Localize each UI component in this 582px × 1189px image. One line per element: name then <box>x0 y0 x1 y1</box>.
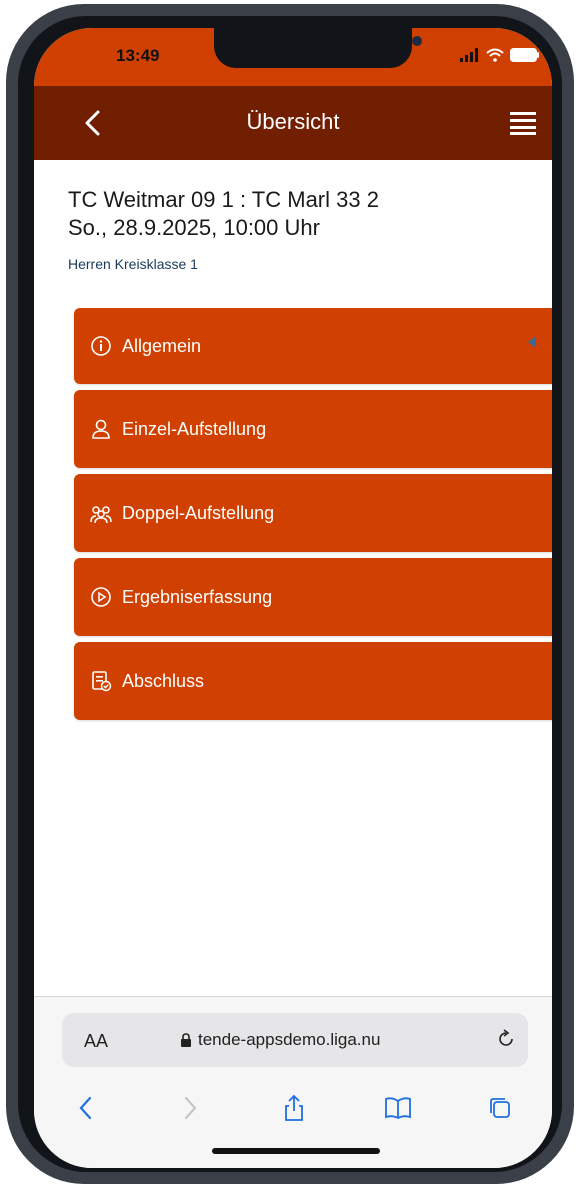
match-info: TC Weitmar 09 1 : TC Marl 33 2 So., 28.9… <box>68 186 379 272</box>
browser-back-button[interactable] <box>72 1093 100 1123</box>
hamburger-menu-button[interactable] <box>508 110 538 136</box>
battery-icon <box>510 48 539 62</box>
menu-item-einzel-aufstellung[interactable]: Einzel-Aufstellung <box>74 390 552 468</box>
url-text: tende-appsdemo.liga.nu <box>198 1030 381 1049</box>
cellular-signal-icon <box>460 48 478 62</box>
share-icon <box>285 1094 303 1121</box>
app-header: Übersicht <box>34 86 552 160</box>
browser-chrome: AA tende-appsdemo.liga.nu <box>34 996 552 1168</box>
menu-item-ergebniserfassung[interactable]: Ergebniserfassung <box>74 558 552 636</box>
match-teams: TC Weitmar 09 1 : TC Marl 33 2 <box>68 187 379 212</box>
chevron-right-icon <box>184 1096 197 1120</box>
menu-item-allgemein[interactable]: Allgemein <box>74 308 552 384</box>
play-circle-icon <box>90 586 112 608</box>
dynamic-island <box>214 28 422 68</box>
menu-list: Allgemein Einzel-Aufstellung Doppel-Aufs… <box>74 308 552 726</box>
browser-forward-button[interactable] <box>176 1093 204 1123</box>
document-check-icon <box>90 670 112 692</box>
lock-icon <box>181 1033 191 1047</box>
home-indicator <box>212 1148 380 1154</box>
info-icon <box>90 335 112 357</box>
status-icons <box>460 48 540 62</box>
bookmarks-button[interactable] <box>384 1093 412 1123</box>
share-button[interactable] <box>280 1093 308 1123</box>
reload-button[interactable] <box>494 1027 518 1051</box>
menu-item-abschluss[interactable]: Abschluss <box>74 642 552 720</box>
url-display: tende-appsdemo.liga.nu <box>180 1030 380 1050</box>
match-datetime: So., 28.9.2025, 10:00 Uhr <box>68 215 320 240</box>
tabs-button[interactable] <box>486 1093 514 1123</box>
menu-item-label: Einzel-Aufstellung <box>122 418 267 439</box>
menu-item-label: Ergebniserfassung <box>122 586 273 607</box>
hamburger-icon <box>510 112 536 135</box>
camera-icon <box>412 36 422 46</box>
page-title: Übersicht <box>246 109 340 134</box>
address-bar[interactable]: AA tende-appsdemo.liga.nu <box>62 1013 528 1067</box>
text-size-button[interactable]: AA <box>84 1031 108 1052</box>
group-icon <box>90 502 112 524</box>
league-label: Herren Kreisklasse 1 <box>68 256 198 272</box>
menu-item-doppel-aufstellung[interactable]: Doppel-Aufstellung <box>74 474 552 552</box>
callout-pointer <box>528 336 536 348</box>
reload-icon <box>499 1029 513 1046</box>
menu-item-label: Allgemein <box>122 335 202 356</box>
status-time: 13:49 <box>116 46 160 65</box>
tabs-icon <box>490 1098 510 1118</box>
menu-item-label: Abschluss <box>122 670 205 691</box>
menu-item-label: Doppel-Aufstellung <box>122 502 275 523</box>
status-bar: 13:49 <box>34 28 552 86</box>
browser-toolbar <box>34 1087 552 1137</box>
person-icon <box>90 418 112 440</box>
screen: 13:49 Übersicht TC Weitmar 09 1: TC Mar… <box>34 28 552 1168</box>
book-icon <box>385 1097 411 1120</box>
wifi-icon <box>486 48 504 62</box>
chevron-left-icon <box>79 1096 92 1120</box>
